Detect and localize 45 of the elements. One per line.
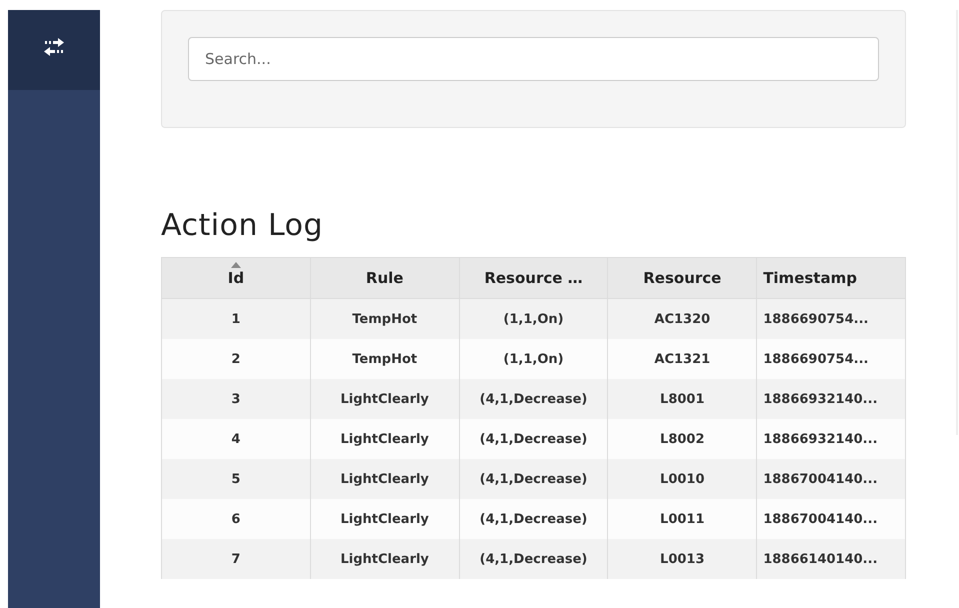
table-cell: 1886690754... [756, 339, 906, 379]
table-cell: 3 [162, 379, 310, 419]
table-cell: LightClearly [310, 499, 460, 539]
column-header[interactable]: Resource … [459, 258, 608, 298]
table-cell: TempHot [310, 339, 460, 379]
table-cell: (4,1,Decrease) [459, 539, 608, 579]
table-cell: 1 [162, 298, 310, 339]
table-cell: LightClearly [310, 379, 460, 419]
table-cell: AC1320 [608, 298, 757, 339]
table-cell: L8002 [608, 419, 757, 459]
page-title: Action Log [161, 208, 324, 243]
table-cell: LightClearly [310, 539, 460, 579]
transfer-arrows-icon [42, 38, 66, 56]
table-cell: L8001 [608, 379, 757, 419]
table-cell: LightClearly [310, 459, 460, 499]
table-cell: L0011 [608, 499, 757, 539]
nav-item[interactable] [8, 10, 100, 90]
table-cell: 6 [162, 499, 310, 539]
table-cell: 18867004140... [756, 459, 906, 499]
column-header[interactable]: Timestamp [756, 258, 906, 298]
column-header[interactable]: Resource [608, 258, 757, 298]
table-cell: AC1321 [608, 339, 757, 379]
table-cell: (1,1,On) [459, 339, 608, 379]
table-cell: LightClearly [310, 419, 460, 459]
table-cell: TempHot [310, 298, 460, 339]
table-cell: 18867004140... [756, 499, 906, 539]
table-cell: (1,1,On) [459, 298, 608, 339]
table-cell: 2 [162, 339, 310, 379]
column-header[interactable]: Id [162, 258, 310, 298]
table-cell: 1886690754... [756, 298, 906, 339]
sort-up-icon [230, 262, 241, 268]
table-cell: (4,1,Decrease) [459, 379, 608, 419]
search-field[interactable]: Search... [188, 37, 879, 81]
table-cell: L0010 [608, 459, 757, 499]
table-cell: (4,1,Decrease) [459, 459, 608, 499]
table-cell: L0013 [608, 539, 757, 579]
column-header[interactable]: Rule [310, 258, 460, 298]
table-cell: 5 [162, 459, 310, 499]
table-cell: 18866932140... [756, 419, 906, 459]
table-cell: 18866140140... [756, 539, 906, 579]
table-cell: 4 [162, 419, 310, 459]
table-cell: 18866932140... [756, 379, 906, 419]
table-cell: (4,1,Decrease) [459, 499, 608, 539]
table-cell: 7 [162, 539, 310, 579]
table-cell: (4,1,Decrease) [459, 419, 608, 459]
